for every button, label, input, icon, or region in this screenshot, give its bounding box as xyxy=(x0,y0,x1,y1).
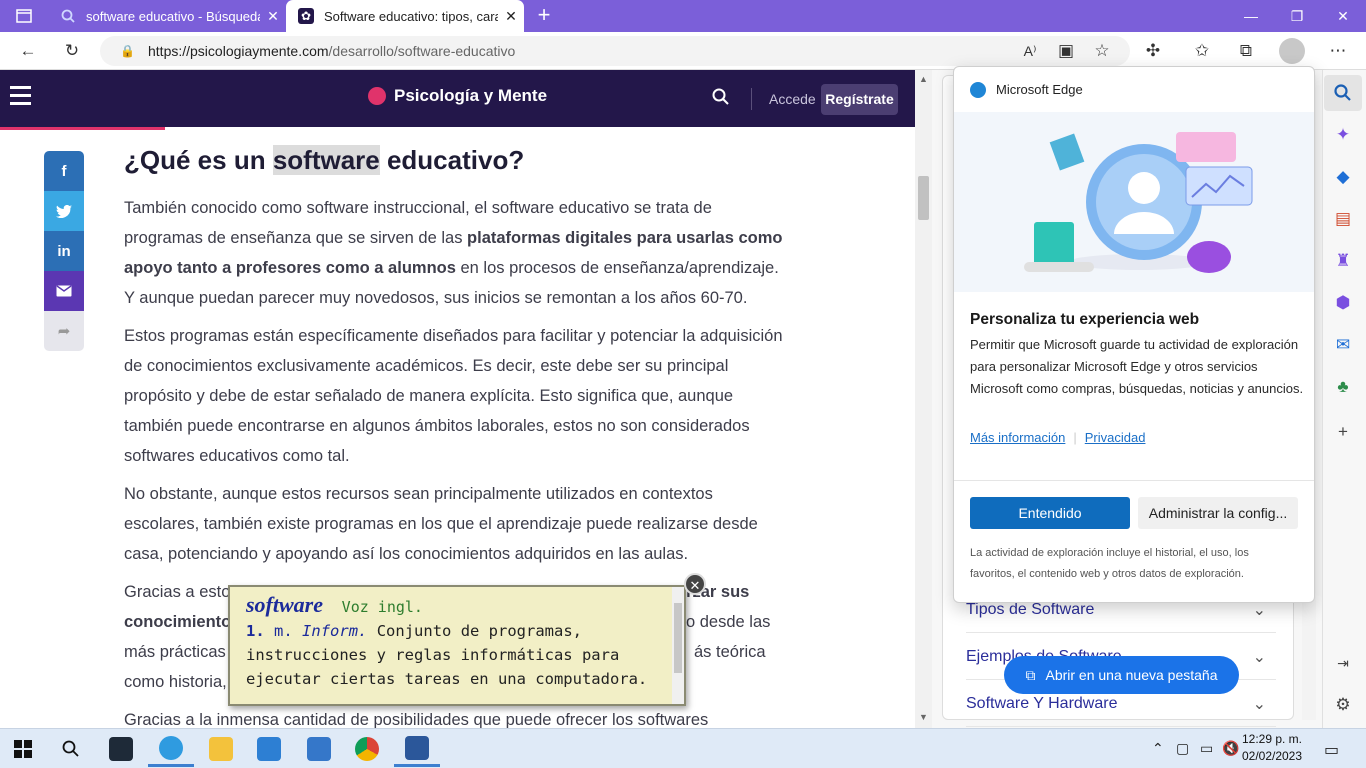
paragraph: También conocido como software instrucci… xyxy=(124,199,783,307)
restore-icon[interactable]: ❐ xyxy=(1274,0,1320,32)
tab-article[interactable]: ✿ Software educativo: tipos, caracte ✕ xyxy=(286,0,524,32)
site-logo[interactable]: Psicología y Mente xyxy=(368,86,547,106)
start-windows-icon[interactable] xyxy=(0,731,46,767)
address-bar[interactable]: 🔒 https://psicologiaymente.com/desarroll… xyxy=(100,36,1130,66)
profile-avatar[interactable] xyxy=(1276,36,1308,66)
dialog-title: Personaliza tu experiencia web xyxy=(970,311,1200,328)
hide-sidebar-icon[interactable]: ⇥ xyxy=(1324,645,1362,681)
shopping-tag-icon[interactable]: ◆ xyxy=(1324,159,1362,195)
immersive-reader-icon[interactable]: ▣ xyxy=(1050,36,1082,66)
twitter-share-icon[interactable] xyxy=(44,191,84,231)
close-tab-icon[interactable]: ✕ xyxy=(260,8,286,25)
lock-icon: 🔒 xyxy=(120,44,135,58)
accept-button[interactable]: Entendido xyxy=(970,497,1130,529)
dictionary-popup: software Voz ingl. 1. m. Inform. Conjunt… xyxy=(228,573,706,706)
extensions-icon[interactable]: ✣ xyxy=(1137,36,1169,66)
file-explorer-icon[interactable] xyxy=(198,731,244,767)
edge-taskbar-icon[interactable] xyxy=(148,731,194,767)
scroll-up-icon[interactable]: ▲ xyxy=(915,74,932,84)
privacy-link[interactable]: Privacidad xyxy=(1085,430,1146,445)
email-share-icon[interactable] xyxy=(44,271,84,311)
url-path: /desarrollo/software-educativo xyxy=(328,43,516,59)
dialog-body: Permitir que Microsoft guarde tu activid… xyxy=(970,337,1304,396)
brain-icon: ✿ xyxy=(298,8,314,24)
paragraph: No obstante, aunque estos recursos sean … xyxy=(124,485,758,563)
menu-icon[interactable] xyxy=(10,86,31,108)
tab-actions-icon[interactable] xyxy=(0,0,48,32)
close-popup-icon[interactable]: ✕ xyxy=(684,573,706,595)
more-info-link[interactable]: Más información xyxy=(970,430,1065,445)
open-new-tab-button[interactable]: ⧉ Abrir en una nueva pestaña xyxy=(1004,656,1239,694)
close-tab-icon[interactable]: ✕ xyxy=(498,8,524,25)
chrome-icon[interactable] xyxy=(344,731,390,767)
network-icon[interactable]: ▭ xyxy=(1200,740,1213,757)
read-aloud-icon[interactable]: A⁾ xyxy=(1014,36,1046,66)
brain-logo-icon xyxy=(368,87,386,105)
tab-search[interactable]: software educativo - Búsqueda ✕ xyxy=(48,0,286,32)
url-domain: https://psicologiaymente.com xyxy=(148,43,329,59)
favorites-icon[interactable]: ✩ xyxy=(1186,36,1218,66)
drop-tree-icon[interactable]: ♣ xyxy=(1324,369,1362,405)
popup-scrollbar[interactable] xyxy=(672,587,684,704)
system-clock[interactable]: 12:29 p. m. 02/02/2023 xyxy=(1240,731,1304,765)
facebook-share-icon[interactable]: f xyxy=(44,151,84,191)
article-heading: ¿Qué es un software educativo? xyxy=(124,145,525,175)
signup-button[interactable]: Regístrate xyxy=(821,84,898,115)
progress-bar xyxy=(0,127,165,130)
manage-settings-button[interactable]: Administrar la config... xyxy=(1138,497,1298,529)
share-icon[interactable]: ➦ xyxy=(44,311,84,351)
site-search-icon[interactable] xyxy=(712,88,730,111)
sidebar-search-icon[interactable] xyxy=(1324,75,1362,111)
store-icon[interactable] xyxy=(246,731,292,767)
linkedin-share-icon[interactable]: in xyxy=(44,231,84,271)
scroll-thumb[interactable] xyxy=(918,176,929,220)
office-icon[interactable]: ⬢ xyxy=(1324,285,1362,321)
dialog-app-name: Microsoft Edge xyxy=(996,82,1083,97)
scroll-down-icon[interactable]: ▼ xyxy=(915,712,932,722)
dictionary-origin: Voz ingl. xyxy=(341,598,423,616)
close-window-icon[interactable]: ✕ xyxy=(1320,0,1366,32)
notifications-icon[interactable]: ▭ xyxy=(1324,740,1339,760)
add-sidebar-icon[interactable]: + xyxy=(1324,414,1362,450)
chevron-down-icon: ⌄ xyxy=(1252,648,1266,666)
paragraph: Estos programas están específicamente di… xyxy=(124,327,783,465)
tab-label: Software educativo: tipos, caracte xyxy=(324,8,498,24)
tab-label: software educativo - Búsqueda xyxy=(86,8,260,24)
dialog-footer: La actividad de exploración incluye el h… xyxy=(970,547,1249,580)
mail-icon[interactable] xyxy=(296,731,342,767)
minimize-icon[interactable]: — xyxy=(1228,0,1274,32)
brand-name: Psicología y Mente xyxy=(394,86,548,105)
divider xyxy=(954,480,1314,481)
new-tab-icon[interactable]: + xyxy=(530,0,558,32)
dictionary-word: software xyxy=(246,592,323,617)
page-scrollbar[interactable]: ▲ ▼ xyxy=(915,70,932,728)
chevron-down-icon: ⌄ xyxy=(1252,695,1266,713)
games-icon[interactable]: ♜ xyxy=(1324,243,1362,279)
selected-word: software xyxy=(272,145,380,175)
tools-icon[interactable]: ▤ xyxy=(1324,201,1362,237)
refresh-icon[interactable]: ↻ xyxy=(56,36,88,66)
collections-icon[interactable]: ⧉ xyxy=(1230,36,1262,66)
outlook-icon[interactable]: ✉ xyxy=(1324,327,1362,363)
login-link[interactable]: Accede xyxy=(769,91,816,107)
sidebar-settings-icon[interactable]: ⚙ xyxy=(1324,687,1362,723)
external-link-icon: ⧉ xyxy=(1025,666,1036,683)
illustration xyxy=(954,112,1314,292)
chevron-up-icon[interactable]: ⌃ xyxy=(1152,740,1164,757)
taskbar-search-icon[interactable] xyxy=(48,731,94,767)
back-icon[interactable]: ← xyxy=(12,36,44,66)
edge-logo-icon xyxy=(970,81,986,98)
word-icon[interactable] xyxy=(394,731,440,767)
volume-muted-icon[interactable]: 🔇 xyxy=(1222,740,1239,757)
favorite-star-icon[interactable]: ☆ xyxy=(1086,36,1118,66)
search-icon xyxy=(60,8,76,24)
device-icon[interactable]: ▢ xyxy=(1176,740,1189,757)
app-icon[interactable] xyxy=(98,731,144,767)
divider xyxy=(751,88,752,110)
settings-more-icon[interactable]: ⋯ xyxy=(1322,36,1354,66)
edge-personalization-dialog: Microsoft Edge Personaliza tu experienci… xyxy=(953,66,1315,603)
discover-sparkle-icon[interactable]: ✦ xyxy=(1324,117,1362,153)
